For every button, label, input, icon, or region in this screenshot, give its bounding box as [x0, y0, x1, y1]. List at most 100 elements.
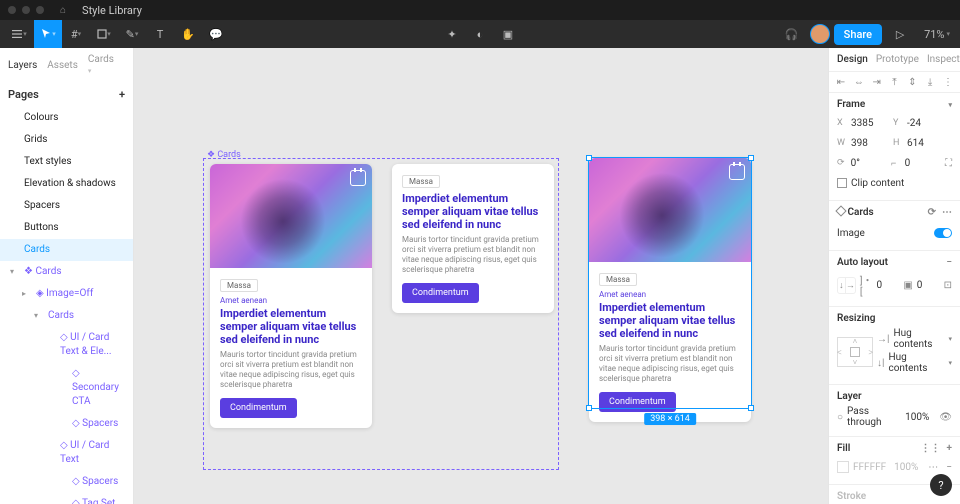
- layer-secondary-cta[interactable]: ◇ Secondary CTA: [0, 363, 133, 413]
- card-image-on[interactable]: Massa Amet aenean Imperdiet elementum se…: [210, 164, 372, 428]
- min-dot[interactable]: [22, 6, 30, 14]
- al-pad[interactable]: 0: [917, 280, 940, 291]
- card-desc: Mauris tortor tincidunt gravida pretium …: [220, 350, 362, 390]
- pages-header: Pages: [8, 88, 39, 101]
- fill-add-icon[interactable]: +: [947, 443, 953, 454]
- page-buttons[interactable]: Buttons: [0, 217, 133, 239]
- shape-tool[interactable]: ▾: [90, 20, 118, 48]
- snap-icon[interactable]: ✦: [438, 20, 466, 48]
- frame-x[interactable]: 3385: [851, 118, 889, 129]
- align-right-icon[interactable]: ⇥: [871, 76, 883, 88]
- home-icon[interactable]: ⌂: [60, 5, 66, 16]
- frame-tool[interactable]: #▾: [62, 20, 90, 48]
- tab-assets[interactable]: Assets: [47, 60, 78, 71]
- frame-label[interactable]: Frame: [837, 99, 865, 110]
- layer-opacity[interactable]: 100%: [905, 412, 929, 423]
- layer-tag-set[interactable]: ◇ Tag Set: [0, 493, 133, 504]
- card-desc: Mauris tortor tincidunt gravida pretium …: [402, 235, 544, 275]
- calendar-icon: [350, 170, 366, 186]
- card-image: [210, 164, 372, 268]
- fill-vis-icon[interactable]: ⋯: [928, 462, 938, 473]
- contrast-icon[interactable]: ◐: [466, 20, 494, 48]
- right-panel: Design Prototype Inspect ⇤ ⇔ ⇥ ⤒ ⇕ ⤓ ⋮ F…: [828, 48, 960, 504]
- left-panel: Layers Assets Cards ▾ Pages + Colours Gr…: [0, 48, 134, 504]
- layer-spacers-1[interactable]: ◇ Spacers: [0, 413, 133, 435]
- resize-h[interactable]: Hug contents: [893, 328, 944, 350]
- tab-prototype[interactable]: Prototype: [876, 54, 919, 65]
- max-dot[interactable]: [36, 6, 44, 14]
- swap-icon[interactable]: ⟳: [928, 207, 936, 218]
- frame-w[interactable]: 398: [851, 138, 889, 149]
- resize-diagram[interactable]: ˄˅˂˃: [837, 337, 873, 367]
- mask-icon[interactable]: ▣: [494, 20, 522, 48]
- frame-rot[interactable]: 0°: [851, 158, 887, 169]
- avatar[interactable]: [810, 24, 830, 44]
- fill-label: Fill: [837, 443, 850, 454]
- distribute-icon[interactable]: ⋮: [942, 76, 954, 88]
- canvas[interactable]: ❖ Cards Massa Amet aenean Imperdiet elem…: [134, 48, 828, 504]
- page-cards[interactable]: Cards: [0, 239, 133, 261]
- page-textstyles[interactable]: Text styles: [0, 151, 133, 173]
- align-hcenter-icon[interactable]: ⇔: [853, 76, 865, 88]
- frame-rad[interactable]: 0: [905, 158, 941, 169]
- al-gap[interactable]: 0: [876, 280, 899, 291]
- card-title: Imperdiet elementum semper aliquam vitae…: [402, 192, 544, 231]
- prop-image-toggle[interactable]: [934, 228, 952, 238]
- comment-tool[interactable]: 💬: [202, 20, 230, 48]
- al-settings-icon[interactable]: ⊡: [944, 280, 952, 291]
- visibility-icon[interactable]: 👁: [939, 412, 952, 423]
- move-tool[interactable]: ▾: [34, 20, 62, 48]
- align-top-icon[interactable]: ⤒: [888, 76, 900, 88]
- zoom-level[interactable]: 71%▾: [918, 28, 956, 41]
- share-button[interactable]: Share: [834, 24, 882, 45]
- fill-hex[interactable]: FFFFFF: [853, 462, 886, 473]
- tab-design[interactable]: Design: [837, 54, 868, 65]
- align-bottom-icon[interactable]: ⤓: [924, 76, 936, 88]
- frame-y[interactable]: -24: [907, 118, 945, 129]
- fill-swatch[interactable]: [837, 461, 849, 473]
- pen-tool[interactable]: ✎▾: [118, 20, 146, 48]
- layers-list: Colours Grids Text styles Elevation & sh…: [0, 107, 133, 504]
- more-icon[interactable]: ⋯: [942, 207, 952, 218]
- tab-layers[interactable]: Layers: [8, 60, 37, 71]
- card-cta[interactable]: Condimentum: [402, 283, 479, 303]
- frame-h[interactable]: 614: [907, 138, 945, 149]
- layer-spacers-2[interactable]: ◇ Spacers: [0, 471, 133, 493]
- add-page-icon[interactable]: +: [119, 88, 125, 101]
- layer-image-off[interactable]: ▸◈ Image=Off: [0, 283, 133, 305]
- text-tool[interactable]: T: [146, 20, 174, 48]
- help-button[interactable]: ?: [930, 474, 952, 496]
- stroke-label: Stroke: [837, 491, 866, 502]
- blend-mode[interactable]: Pass through: [847, 406, 901, 428]
- card-cta[interactable]: Condimentum: [220, 398, 297, 418]
- corner-icon[interactable]: ⛶: [945, 158, 952, 169]
- layer-cards-1[interactable]: ▾Cards: [0, 305, 133, 327]
- page-colours[interactable]: Colours: [0, 107, 133, 129]
- zoom-value: 71%: [924, 28, 944, 41]
- resize-v[interactable]: Hug contents: [888, 352, 944, 374]
- menu-button[interactable]: ▾: [4, 20, 34, 48]
- page-dropdown[interactable]: Cards ▾: [88, 54, 115, 76]
- layer-cards-root[interactable]: ▾❖ Cards: [0, 261, 133, 283]
- headphones-icon[interactable]: 🎧: [778, 20, 806, 48]
- align-left-icon[interactable]: ⇤: [835, 76, 847, 88]
- prop-image-label: Image: [837, 228, 865, 239]
- clip-checkbox[interactable]: [837, 178, 847, 188]
- page-elevation[interactable]: Elevation & shadows: [0, 173, 133, 195]
- file-tab[interactable]: Style Library: [72, 2, 152, 19]
- close-dot[interactable]: [8, 6, 16, 14]
- fill-remove-icon[interactable]: −: [946, 462, 952, 473]
- fill-opacity[interactable]: 100%: [894, 462, 918, 473]
- hand-tool[interactable]: ✋: [174, 20, 202, 48]
- card-image-off[interactable]: Massa Imperdiet elementum semper aliquam…: [392, 164, 554, 313]
- autolayout-remove-icon[interactable]: −: [946, 257, 952, 268]
- align-vcenter-icon[interactable]: ⇕: [906, 76, 918, 88]
- tab-inspect[interactable]: Inspect: [927, 54, 960, 65]
- fill-style-icon[interactable]: ⋮⋮: [921, 443, 941, 454]
- layer-card-text-ele[interactable]: ◇ UI / Card Text & Ele...: [0, 327, 133, 363]
- page-grids[interactable]: Grids: [0, 129, 133, 151]
- layer-card-text[interactable]: ◇ UI / Card Text: [0, 435, 133, 471]
- layer-label: Layer: [837, 391, 862, 402]
- present-icon[interactable]: ▷: [886, 20, 914, 48]
- page-spacers[interactable]: Spacers: [0, 195, 133, 217]
